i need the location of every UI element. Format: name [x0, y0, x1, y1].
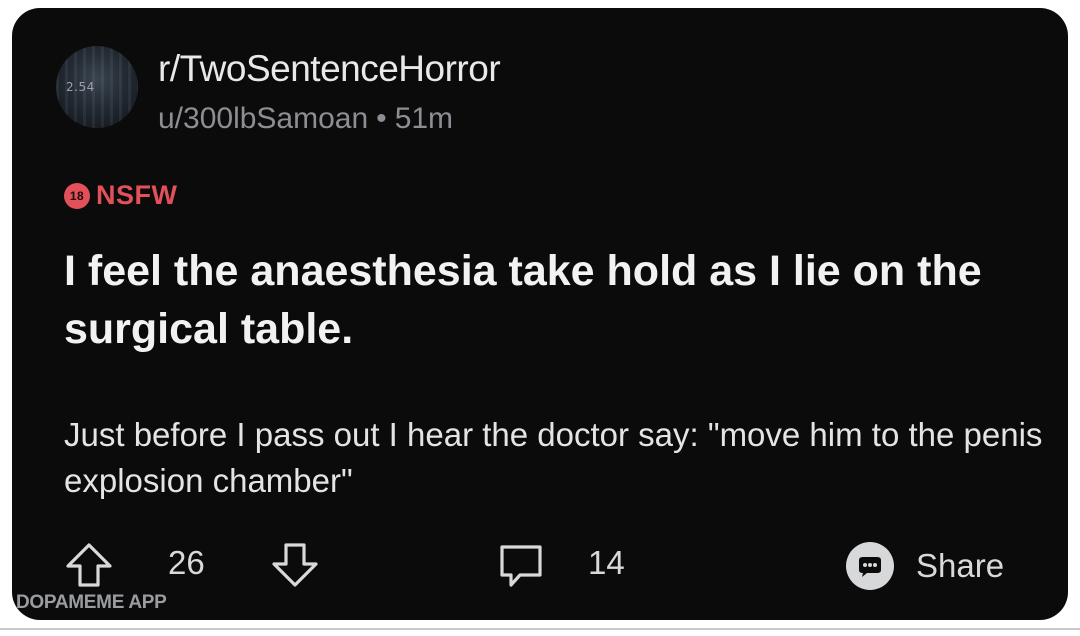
comment-icon[interactable]	[496, 542, 546, 590]
nsfw-tag: 18 NSFW	[64, 180, 177, 211]
post-body: Just before I pass out I hear the doctor…	[64, 416, 1043, 499]
avatar-tag: 2.54	[66, 80, 95, 94]
downvote-icon[interactable]	[270, 542, 320, 588]
arrow-down-outline-icon	[272, 543, 318, 587]
subreddit-avatar[interactable]: 2.54	[56, 46, 138, 128]
post-age: 51m	[394, 102, 454, 135]
share-button[interactable]: Share	[846, 540, 1004, 592]
author-name[interactable]: u/300lbSamoan	[158, 102, 368, 135]
bottom-divider	[0, 628, 1080, 630]
meta-separator: •	[376, 102, 387, 135]
share-label: Share	[916, 547, 1005, 584]
arrow-up-outline-icon	[66, 543, 112, 587]
vote-count: 26	[168, 544, 205, 581]
screenshot-frame: 2.54 r/TwoSentenceHorror u/300lbSamoan • 5…	[0, 0, 1080, 636]
action-bar: 26 14 Share	[12, 536, 1068, 596]
subreddit-name[interactable]: r/TwoSentenceHorror	[158, 48, 501, 90]
post-title[interactable]: I feel the anaesthesia take hold as I li…	[64, 242, 1044, 358]
nsfw-label: NSFW	[96, 180, 178, 210]
post-meta: u/300lbSamoan • 51m	[158, 102, 453, 136]
upvote-icon[interactable]	[64, 542, 114, 588]
share-bubble-icon	[846, 542, 894, 590]
age-18-icon: 18	[64, 182, 90, 209]
comment-count: 14	[588, 544, 625, 581]
post-card[interactable]: 2.54 r/TwoSentenceHorror u/300lbSamoan • 5…	[12, 8, 1068, 620]
watermark-text: DOPAMEME APP	[16, 592, 167, 613]
speech-bubble-icon	[500, 545, 542, 587]
share-glyph	[859, 557, 881, 577]
